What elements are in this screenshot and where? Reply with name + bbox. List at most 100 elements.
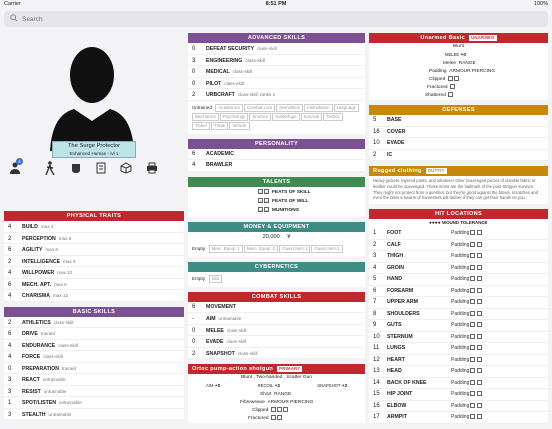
list-item[interactable]: 8 Shoulders Padding [369,309,548,321]
list-item[interactable]: 3 Resist untrainable [4,386,184,397]
list-item[interactable]: 15 Hip joint Padding [369,389,548,401]
padding-checkbox[interactable] [470,414,476,420]
list-item[interactable]: 0 Evade class-skill [188,336,365,348]
list-item[interactable]: 0 Pilot class-skill [188,78,365,89]
talent-checkbox[interactable]: ✓ [258,188,263,195]
chip-button[interactable]: Slot [208,274,223,283]
talent-checkbox[interactable]: ✓ [264,197,269,204]
shattered-checkbox[interactable] [448,92,454,98]
padding-checkbox[interactable] [470,264,476,270]
talent-checkbox[interactable]: ✓ [258,206,263,213]
list-item[interactable]: 3 Thigh Padding [369,251,548,263]
search-bar[interactable] [4,11,548,27]
clipped-checkbox[interactable] [282,407,288,413]
list-item[interactable]: 10 Sternum Padding [369,332,548,344]
padding-checkbox[interactable] [470,299,476,305]
list-item[interactable]: 1 Spot/listen untrainable [4,397,184,409]
chip-button[interactable]: Survival [300,112,323,121]
chip-button[interactable]: Subterfuge [272,112,300,121]
list-item[interactable]: 4 Charisma max 12 [4,290,184,302]
list-item[interactable]: 10 Evade [369,138,548,150]
list-item[interactable]: 5 Base [369,115,548,127]
padding-checkbox[interactable] [477,379,483,385]
padding-checkbox[interactable] [477,345,483,351]
character-name-plate[interactable]: The Surge Protector Enhanced Human - lvl… [52,141,136,158]
list-item[interactable]: 2 Intelligence max 6 [4,256,184,267]
chip-button[interactable]: Merc. Equip. 2 [243,244,279,253]
padding-checkbox[interactable] [477,310,483,316]
chip-button[interactable]: Language [333,103,360,112]
padding-checkbox[interactable] [470,230,476,236]
padding-checkbox[interactable] [477,276,483,282]
padding-checkbox[interactable] [477,333,483,339]
padding-checkbox[interactable] [477,264,483,270]
chip-button[interactable]: Tinker [192,121,211,130]
chip-button[interactable]: Mechanics [192,112,219,121]
weapon-fractured-row[interactable]: Fractured [188,415,365,423]
padding-checkbox[interactable] [470,368,476,374]
list-item[interactable]: 3 Stealth untrainable [4,409,184,420]
list-item[interactable]: 2 Calf Padding [369,240,548,252]
chip-button[interactable]: Intimidation [304,103,333,112]
unarmed-clipped-row[interactable]: Clipped [369,76,548,84]
list-item[interactable]: 16 Elbow Padding [369,401,548,413]
chip-button[interactable]: Trade [211,121,229,130]
padding-checkbox[interactable] [470,310,476,316]
list-item[interactable]: 11 Lungs Padding [369,343,548,355]
money-amount-row[interactable]: 20,000 ¥ [188,232,365,242]
padding-checkbox[interactable] [470,253,476,259]
padding-checkbox[interactable] [477,391,483,397]
clothing-card[interactable]: Rugged clothing OUTFIT Heavy jackets, lay… [369,166,548,205]
padding-checkbox[interactable] [477,230,483,236]
chip-button[interactable]: Guest Item 1 [279,244,311,253]
clipped-checkbox[interactable] [453,76,459,82]
cup-icon[interactable] [70,162,82,174]
list-item[interactable]: 1 Foot Padding [369,228,548,240]
unarmed-fractured-row[interactable]: Fractured [369,84,548,92]
print-icon[interactable] [146,162,158,174]
chip-button[interactable]: Guest Item 2 [311,244,343,253]
talent-item[interactable]: ✓ ✓ Feats of skill [258,188,365,197]
list-item[interactable]: 2 Athletics class-skill [4,317,184,328]
list-item[interactable]: 6 Drive trained [4,328,184,340]
padding-checkbox[interactable] [477,253,483,259]
padding-checkbox[interactable] [477,368,483,374]
clipped-checkbox[interactable] [447,76,453,82]
talent-checkbox[interactable]: ✓ [264,206,269,213]
padding-checkbox[interactable] [470,241,476,247]
padding-checkbox[interactable] [470,287,476,293]
list-item[interactable]: 9 Guts Padding [369,320,548,332]
fractured-checkbox[interactable] [271,415,277,421]
clipped-checkbox[interactable] [276,407,282,413]
list-item[interactable]: 4 Endurance class-skill [4,340,184,351]
list-item[interactable]: 6 Movement [188,302,365,313]
padding-checkbox[interactable] [470,333,476,339]
padding-checkbox[interactable] [470,276,476,282]
list-item[interactable]: 2 Urbcraft class-skill, ranks 2 [188,89,365,101]
padding-checkbox[interactable] [477,402,483,408]
list-item[interactable]: 0 Medical class-skill [188,66,365,78]
list-item[interactable]: 3 Engineering class-skill [188,55,365,66]
search-input[interactable] [22,13,522,25]
clipped-checkbox[interactable] [270,407,276,413]
unarmed-card[interactable]: Unarmed Basic UNARMED Blunt MELEE +0 Mele… [369,33,548,100]
list-item[interactable]: 0 Defeat security class-skill [188,43,365,55]
list-item[interactable]: 4 Willpower max 12 [4,267,184,279]
list-item[interactable]: 16 Cover [369,127,548,138]
list-item[interactable]: 4 Groin Padding [369,263,548,275]
chip-button[interactable]: Merc. Equip. 1 [208,244,243,253]
padding-checkbox[interactable] [477,356,483,362]
chip-button[interactable]: Demolition [276,103,304,112]
list-item[interactable]: 13 Head Padding [369,366,548,378]
padding-checkbox[interactable] [470,322,476,328]
padding-checkbox[interactable] [470,391,476,397]
list-item[interactable]: 2 Perception max 6 [4,233,184,244]
list-item[interactable]: 3 React untrainable [4,374,184,386]
chip-button[interactable]: Combat Lore [243,103,276,112]
padding-checkbox[interactable] [470,402,476,408]
unarmed-shattered-row[interactable]: Shattered [369,92,548,100]
chip-button[interactable]: Academics [215,103,243,112]
padding-checkbox[interactable] [477,414,483,420]
list-item[interactable]: 5 Hand Padding [369,274,548,286]
list-item[interactable]: 12 Heart Padding [369,355,548,367]
